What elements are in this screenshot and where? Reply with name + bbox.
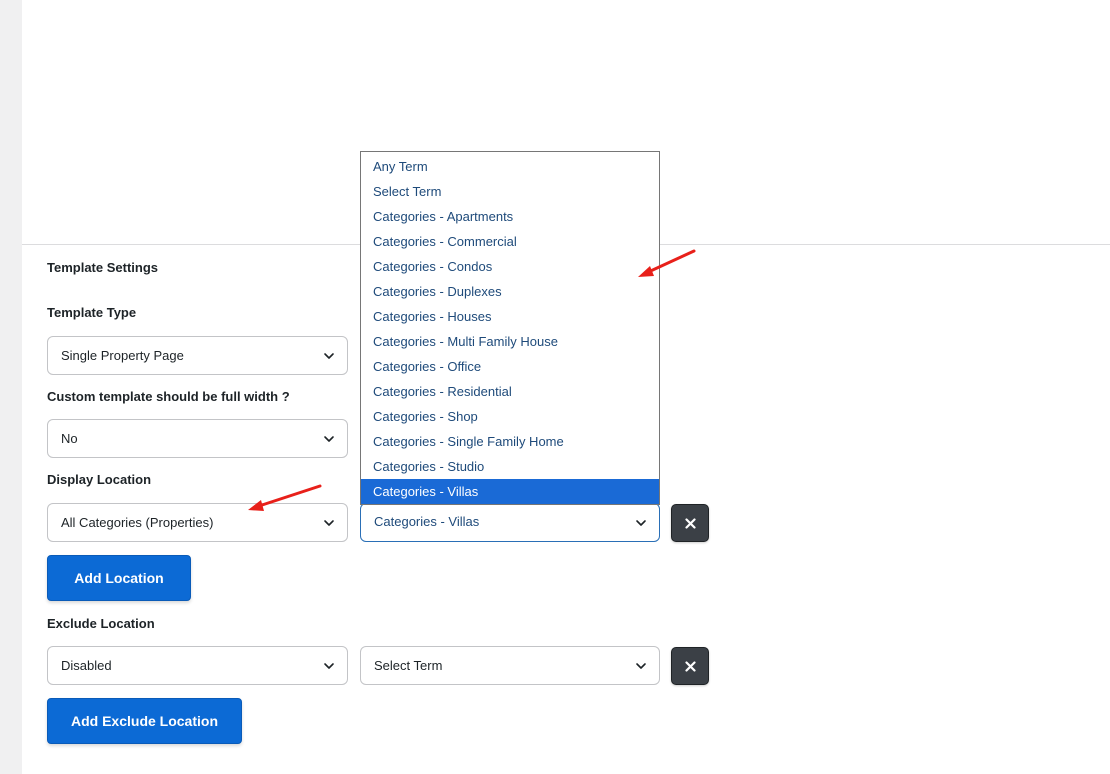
term-option[interactable]: Select Term [361, 179, 659, 204]
remove-display-location-button[interactable] [671, 504, 709, 542]
display-location-label: Display Location [47, 472, 152, 487]
term-option[interactable]: Categories - Commercial [361, 229, 659, 254]
add-exclude-location-button[interactable]: Add Exclude Location [47, 698, 242, 744]
exclude-location-label: Exclude Location [47, 616, 155, 631]
template-type-label: Template Type [47, 305, 137, 320]
term-option[interactable]: Categories - Duplexes [361, 279, 659, 304]
chevron-down-icon [636, 520, 646, 526]
exclude-location-rule-select[interactable]: Disabled [47, 646, 348, 685]
full-width-value: No [61, 431, 78, 446]
display-location-rule-select[interactable]: All Categories (Properties) [47, 503, 348, 542]
term-option[interactable]: Categories - Villas [361, 479, 659, 504]
chevron-down-icon [324, 520, 334, 526]
full-width-label: Custom template should be full width ? [47, 389, 290, 404]
template-type-value: Single Property Page [61, 348, 184, 363]
section-title: Template Settings [47, 260, 159, 275]
chevron-down-icon [324, 436, 334, 442]
term-option[interactable]: Categories - Studio [361, 454, 659, 479]
term-option[interactable]: Categories - Residential [361, 379, 659, 404]
term-option[interactable]: Categories - Apartments [361, 204, 659, 229]
term-option[interactable]: Any Term [361, 154, 659, 179]
term-option[interactable]: Categories - Multi Family House [361, 329, 659, 354]
term-dropdown-list[interactable]: Any Term Select Term Categories - Apartmen… [360, 151, 660, 505]
chevron-down-icon [324, 663, 334, 669]
close-icon [685, 518, 696, 529]
chevron-down-icon [636, 663, 646, 669]
term-option[interactable]: Categories - Shop [361, 404, 659, 429]
exclude-location-rule-value: Disabled [61, 658, 112, 673]
template-settings-page: Template Settings Template Type Single P… [0, 0, 1110, 774]
term-option[interactable]: Categories - Office [361, 354, 659, 379]
full-width-select[interactable]: No [47, 419, 348, 458]
add-location-button[interactable]: Add Location [47, 555, 191, 601]
display-location-term-select[interactable]: Categories - Villas [360, 503, 660, 542]
chevron-down-icon [324, 353, 334, 359]
template-type-select[interactable]: Single Property Page [47, 336, 348, 375]
term-option[interactable]: Categories - Single Family Home [361, 429, 659, 454]
admin-sidebar-edge [0, 0, 22, 774]
display-location-rule-value: All Categories (Properties) [61, 515, 214, 530]
display-location-term-value: Categories - Villas [374, 514, 480, 529]
exclude-location-term-select[interactable]: Select Term [360, 646, 660, 685]
term-option[interactable]: Categories - Houses [361, 304, 659, 329]
term-option[interactable]: Categories - Condos [361, 254, 659, 279]
exclude-location-term-value: Select Term [374, 658, 443, 673]
remove-exclude-location-button[interactable] [671, 647, 709, 685]
close-icon [685, 661, 696, 672]
